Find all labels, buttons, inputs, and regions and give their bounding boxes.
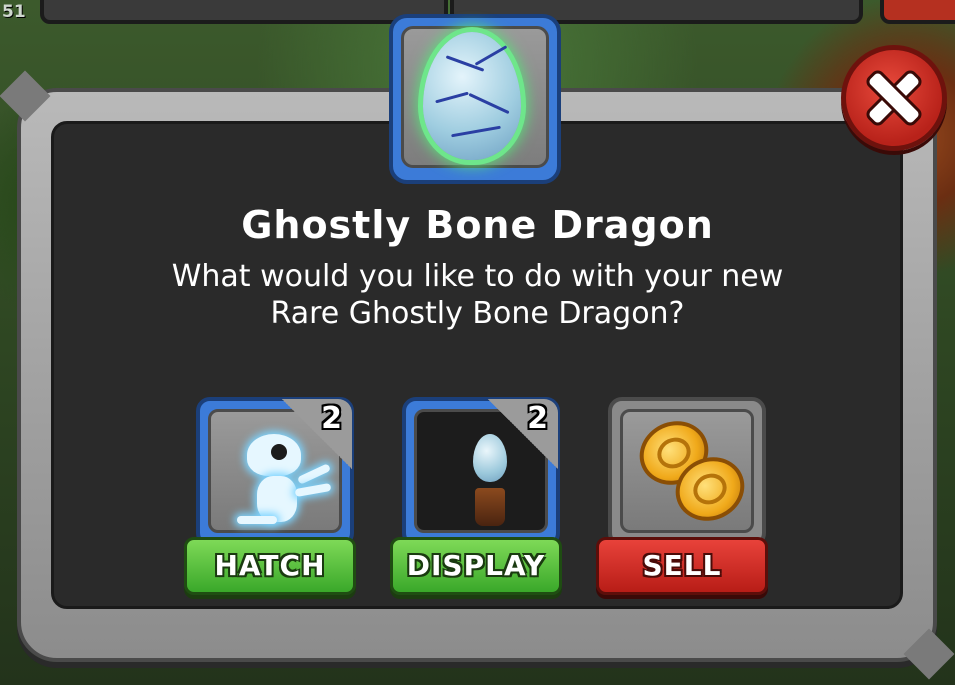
dialog-message: What would you like to do with your new … — [0, 258, 955, 332]
message-line-2: Rare Ghostly Bone Dragon? — [270, 296, 685, 331]
top-bar-left — [40, 0, 448, 24]
sell-card[interactable] — [608, 397, 766, 547]
option-display[interactable]: 2 DISPLAY — [390, 393, 568, 603]
dialog-title: Ghostly Bone Dragon — [241, 203, 714, 247]
option-sell[interactable]: SELL — [596, 393, 774, 603]
pedestal — [475, 488, 505, 526]
egg-preview-tile — [389, 14, 561, 184]
sell-card-well — [620, 409, 755, 533]
message-line-1: What would you like to do with your new — [171, 259, 784, 294]
hatch-button[interactable]: HATCH — [184, 537, 356, 595]
hatch-count: 2 — [321, 401, 342, 436]
corner-number: 51 — [2, 2, 26, 22]
display-card[interactable]: 2 — [402, 397, 560, 547]
option-hatch[interactable]: 2 HATCH — [184, 393, 362, 603]
sell-button[interactable]: SELL — [596, 537, 768, 595]
close-button[interactable] — [841, 45, 947, 151]
display-button[interactable]: DISPLAY — [390, 537, 562, 595]
hatch-card[interactable]: 2 — [196, 397, 354, 547]
close-x-icon — [868, 72, 920, 124]
top-bar-right — [880, 0, 955, 24]
display-count: 2 — [527, 401, 548, 436]
